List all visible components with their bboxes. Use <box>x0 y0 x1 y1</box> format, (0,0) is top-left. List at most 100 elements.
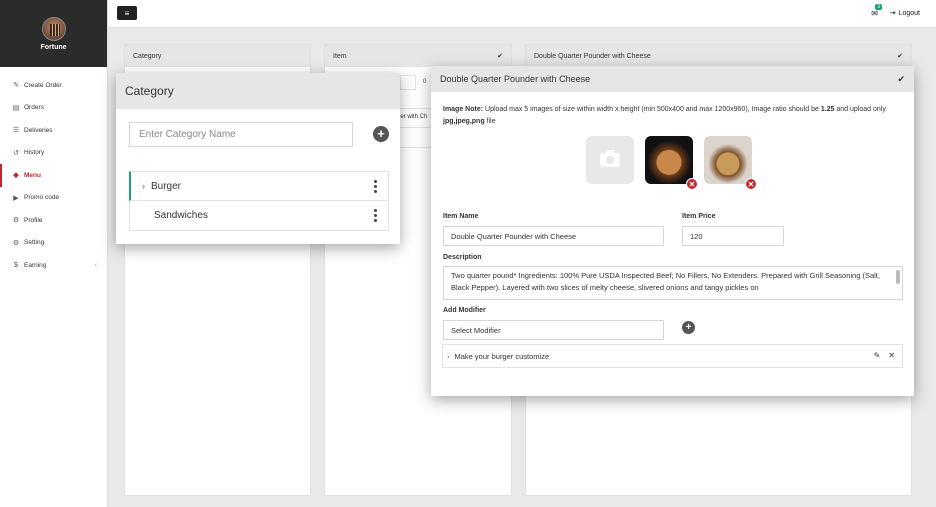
sidebar: Fortune ✎ Create Order ▤ Orders ☰ Deliverie… <box>0 0 108 507</box>
sidebar-item-setting[interactable]: ⚙ Setting <box>0 232 107 255</box>
sidebar-item-earning[interactable]: $ Earning ‹ <box>0 254 107 277</box>
chevron-left-icon: ‹ <box>94 261 97 269</box>
add-category-button[interactable]: + <box>373 126 389 142</box>
logout-link[interactable]: ⇥ Logout <box>890 9 920 17</box>
sidebar-item-deliveries[interactable]: ☰ Deliveries <box>0 119 107 142</box>
sidebar-item-label: Promo code <box>24 194 60 202</box>
add-modifier-label: Add Modifier <box>443 307 486 314</box>
brand-logo <box>41 16 66 41</box>
close-icon: ✕ <box>747 180 755 189</box>
modifier-select[interactable]: Select Modifier <box>443 320 664 340</box>
item-image-thumbnail <box>704 136 752 184</box>
chevron-right-icon: › <box>142 181 145 191</box>
brand: Fortune <box>0 0 107 67</box>
topbar: ≡ ✉ 3 ⇥ Logout <box>108 0 936 28</box>
check-icon[interactable]: ✔ <box>897 74 905 85</box>
camera-icon <box>600 150 620 167</box>
check-icon[interactable]: ✔ <box>497 52 503 60</box>
brand-name: Fortune <box>40 43 67 51</box>
category-item-label: Burger <box>151 180 182 192</box>
category-item-label: Sandwiches <box>154 210 208 221</box>
description-text: Two quarter pound* Ingredients: 100% Pur… <box>451 271 880 292</box>
sidebar-item-label: Setting <box>24 239 45 247</box>
detail-panel-title: Double Quarter Pounder with Cheese <box>534 52 651 60</box>
category-popup: Category Enter Category Name + › Burger … <box>116 73 400 244</box>
edit-icon[interactable]: ✎ <box>874 351 881 360</box>
close-icon[interactable]: ✕ <box>888 351 895 360</box>
sidebar-item-label: Earning <box>24 261 47 269</box>
sidebar-item-label: Orders <box>24 104 44 112</box>
item-panel-row-label: der with Ch <box>397 114 428 120</box>
category-item-sandwiches[interactable]: Sandwiches <box>129 201 389 231</box>
item-panel-header: Item ✔ <box>325 45 511 67</box>
modifier-actions: ✎ ✕ <box>874 351 895 360</box>
upload-image-button[interactable] <box>586 136 634 184</box>
category-item-burger[interactable]: › Burger <box>129 171 389 201</box>
delete-image-button[interactable]: ✕ <box>686 178 698 190</box>
sidebar-item-create-order[interactable]: ✎ Create Order <box>0 74 107 97</box>
modifier-row[interactable]: › Make your burger customize ✎ ✕ <box>442 344 903 368</box>
sidebar-nav: ✎ Create Order ▤ Orders ☰ Deliveries ↺ Histo… <box>0 74 107 277</box>
dollar-icon: $ <box>14 261 18 269</box>
item-image-thumbnail <box>645 136 693 184</box>
logout-label: Logout <box>898 10 920 17</box>
category-panel-header: Category <box>125 45 310 67</box>
category-popup-title: Category <box>125 84 174 98</box>
item-name-label: Item Name <box>443 213 479 220</box>
mail-icon[interactable]: ✉ <box>871 9 878 18</box>
image-note-label: Image Note: <box>443 106 484 113</box>
sidebar-item-orders[interactable]: ▤ Orders <box>0 97 107 120</box>
add-modifier-button[interactable]: + <box>682 321 695 334</box>
sidebar-item-label: History <box>24 149 45 157</box>
menu-cube-icon: ◆ <box>13 172 19 180</box>
category-popup-header: Category <box>116 73 400 109</box>
image-note-ratio: 1.25 <box>820 106 835 113</box>
delete-image-button[interactable]: ✕ <box>745 178 757 190</box>
plus-icon: + <box>685 322 692 333</box>
image-note-text: Upload max 5 images of size within width… <box>483 106 821 113</box>
sidebar-item-label: Profile <box>24 216 43 224</box>
logout-icon: ⇥ <box>889 10 896 17</box>
item-price-label: Item Price <box>682 213 716 220</box>
item-panel-title: Item <box>333 52 347 60</box>
sidebar-item-label: Create Order <box>24 81 62 89</box>
menu-toggle-button[interactable]: ≡ <box>117 6 137 20</box>
gear-icon: ⚙ <box>12 239 20 247</box>
gear-icon: ⚙ <box>12 217 20 225</box>
item-panel-field <box>400 75 416 90</box>
modifier-row-label: Make your burger customize <box>454 351 550 361</box>
more-options-icon[interactable] <box>374 209 377 222</box>
history-icon: ↺ <box>13 149 19 157</box>
image-note: Image Note: Upload max 5 images of size … <box>443 104 905 128</box>
hamburger-icon: ≡ <box>124 8 130 18</box>
check-icon[interactable]: ✔ <box>897 52 903 60</box>
image-note-types: jpg,jpeg,png <box>443 118 485 125</box>
item-popup-header: Double Quarter Pounder with Cheese ✔ <box>431 66 914 92</box>
category-panel-title: Category <box>133 52 162 60</box>
detail-panel-header: Double Quarter Pounder with Cheese ✔ <box>526 45 911 67</box>
scrollbar[interactable] <box>896 270 900 284</box>
category-list: › Burger Sandwiches <box>129 171 389 231</box>
item-popup-title: Double Quarter Pounder with Cheese <box>440 74 591 84</box>
orders-icon: ▤ <box>12 104 20 112</box>
category-name-input[interactable]: Enter Category Name <box>129 122 353 147</box>
sidebar-item-label: Deliveries <box>24 126 53 134</box>
sidebar-item-menu[interactable]: ◆ Menu <box>0 164 107 187</box>
edit-icon: ✎ <box>13 82 19 90</box>
description-textarea[interactable]: Two quarter pound* Ingredients: 100% Pur… <box>443 266 903 300</box>
image-note-text: and upload only <box>834 106 886 113</box>
image-note-text: file <box>484 118 496 125</box>
description-label: Description <box>443 254 482 261</box>
sidebar-item-history[interactable]: ↺ History <box>0 142 107 165</box>
mail-badge: 3 <box>875 4 882 10</box>
item-name-input[interactable]: Double Quarter Pounder with Cheese <box>443 226 664 246</box>
sidebar-item-promo-code[interactable]: ▶ Promo code <box>0 187 107 210</box>
close-icon: ✕ <box>688 180 696 189</box>
sidebar-item-profile[interactable]: ⚙ Profile <box>0 209 107 232</box>
list-icon: ☰ <box>12 127 20 135</box>
plus-icon: + <box>377 126 385 141</box>
item-price-input[interactable]: 120 <box>682 226 784 246</box>
item-detail-popup: Double Quarter Pounder with Cheese ✔ Ima… <box>431 66 914 396</box>
more-options-icon[interactable] <box>374 180 377 193</box>
promo-icon: ▶ <box>13 194 19 202</box>
